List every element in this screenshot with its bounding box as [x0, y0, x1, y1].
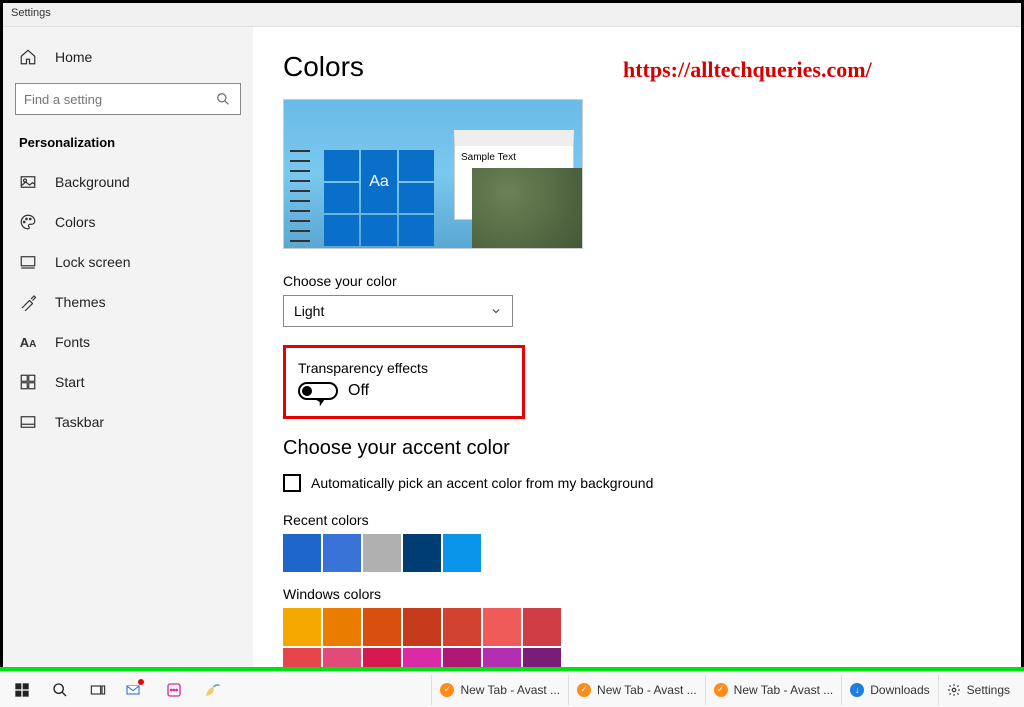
transparency-label: Transparency effects: [298, 360, 510, 376]
color-mode-dropdown[interactable]: Light: [283, 295, 513, 327]
sidebar-item-taskbar[interactable]: Taskbar: [3, 402, 253, 442]
sidebar-item-label: Background: [55, 174, 130, 190]
highlight-box: Transparency effects ➤ Off: [283, 345, 525, 419]
windows-colors: [283, 608, 593, 668]
windows-colors-label: Windows colors: [283, 586, 981, 602]
sidebar-item-colors[interactable]: Colors: [3, 202, 253, 242]
color-swatch[interactable]: [363, 608, 401, 646]
tab-label: New Tab - Avast ...: [734, 683, 834, 697]
color-swatch[interactable]: [443, 534, 481, 572]
dropdown-value: Light: [294, 303, 324, 319]
accent-heading: Choose your accent color: [283, 437, 981, 460]
watermark-url: https://alltechqueries.com/: [623, 57, 872, 83]
sidebar-item-label: Fonts: [55, 334, 90, 350]
sidebar-item-label: Lock screen: [55, 254, 130, 270]
color-swatch[interactable]: [403, 608, 441, 646]
tab-label: Downloads: [870, 683, 929, 697]
sidebar: Home Personalization Background Colors L…: [3, 27, 253, 668]
fonts-icon: AA: [19, 333, 37, 351]
color-swatch[interactable]: [443, 648, 481, 668]
chevron-down-icon: [490, 305, 502, 317]
tab-label: New Tab - Avast ...: [460, 683, 560, 697]
taskbar-search[interactable]: [44, 675, 76, 705]
color-swatch[interactable]: [323, 608, 361, 646]
taskbar-icon: [19, 413, 37, 431]
section-label: Personalization: [3, 127, 253, 162]
gear-icon: [947, 683, 961, 697]
color-swatch[interactable]: [323, 534, 361, 572]
home-label: Home: [55, 49, 92, 65]
home-icon: [19, 48, 37, 66]
tab-label: New Tab - Avast ...: [597, 683, 697, 697]
choose-color-label: Choose your color: [283, 273, 981, 289]
sidebar-item-label: Start: [55, 374, 85, 390]
color-swatch[interactable]: [403, 648, 441, 668]
taskbar-app-1[interactable]: [158, 675, 190, 705]
color-swatch[interactable]: [363, 648, 401, 668]
themes-icon: [19, 293, 37, 311]
start-icon: [19, 373, 37, 391]
lock-screen-icon: [19, 253, 37, 271]
taskbar-tab[interactable]: ↓ Downloads: [841, 675, 937, 705]
browser-icon: ✓: [714, 683, 728, 697]
color-swatch[interactable]: [283, 534, 321, 572]
color-swatch[interactable]: [283, 648, 321, 668]
image-icon: [19, 173, 37, 191]
color-swatch[interactable]: [403, 534, 441, 572]
home-button[interactable]: Home: [3, 37, 253, 77]
recent-colors: [283, 534, 593, 572]
color-preview: Aa Sample Text: [283, 99, 583, 249]
taskbar-tab[interactable]: ✓ New Tab - Avast ...: [568, 675, 705, 705]
sidebar-item-label: Taskbar: [55, 414, 104, 430]
main-pane: Colors https://alltechqueries.com/ Aa Sa…: [253, 27, 1021, 668]
browser-icon: ✓: [440, 683, 454, 697]
color-swatch[interactable]: [523, 608, 561, 646]
sidebar-item-label: Colors: [55, 214, 95, 230]
transparency-toggle[interactable]: ➤: [298, 382, 338, 400]
search-input[interactable]: [15, 83, 241, 115]
auto-pick-checkbox[interactable]: [283, 474, 301, 492]
color-swatch[interactable]: [283, 608, 321, 646]
color-swatch[interactable]: [323, 648, 361, 668]
search-field[interactable]: [24, 92, 214, 107]
color-swatch[interactable]: [523, 648, 561, 668]
cursor-icon: ➤: [313, 392, 329, 409]
taskbar: ✓ New Tab - Avast ... ✓ New Tab - Avast ...…: [0, 671, 1024, 707]
search-icon: [214, 90, 232, 108]
browser-icon: ✓: [577, 683, 591, 697]
sidebar-item-background[interactable]: Background: [3, 162, 253, 202]
color-swatch[interactable]: [363, 534, 401, 572]
sidebar-item-label: Themes: [55, 294, 106, 310]
download-icon: ↓: [850, 683, 864, 697]
palette-icon: [19, 213, 37, 231]
sidebar-item-themes[interactable]: Themes: [3, 282, 253, 322]
color-swatch[interactable]: [483, 648, 521, 668]
recent-colors-label: Recent colors: [283, 512, 981, 528]
auto-pick-label: Automatically pick an accent color from …: [311, 475, 653, 491]
task-view[interactable]: [82, 675, 114, 705]
sidebar-item-fonts[interactable]: AA Fonts: [3, 322, 253, 362]
sidebar-item-start[interactable]: Start: [3, 362, 253, 402]
taskbar-tab[interactable]: Settings: [938, 675, 1018, 705]
color-swatch[interactable]: [443, 608, 481, 646]
transparency-value: Off: [348, 382, 369, 400]
sidebar-item-lock-screen[interactable]: Lock screen: [3, 242, 253, 282]
taskbar-tab[interactable]: ✓ New Tab - Avast ...: [431, 675, 568, 705]
taskbar-mail[interactable]: [120, 675, 152, 705]
taskbar-app-2[interactable]: [196, 675, 228, 705]
tab-label: Settings: [967, 683, 1010, 697]
window-title: Settings: [3, 3, 1021, 27]
color-swatch[interactable]: [483, 608, 521, 646]
start-button[interactable]: [6, 675, 38, 705]
taskbar-tab[interactable]: ✓ New Tab - Avast ...: [705, 675, 842, 705]
